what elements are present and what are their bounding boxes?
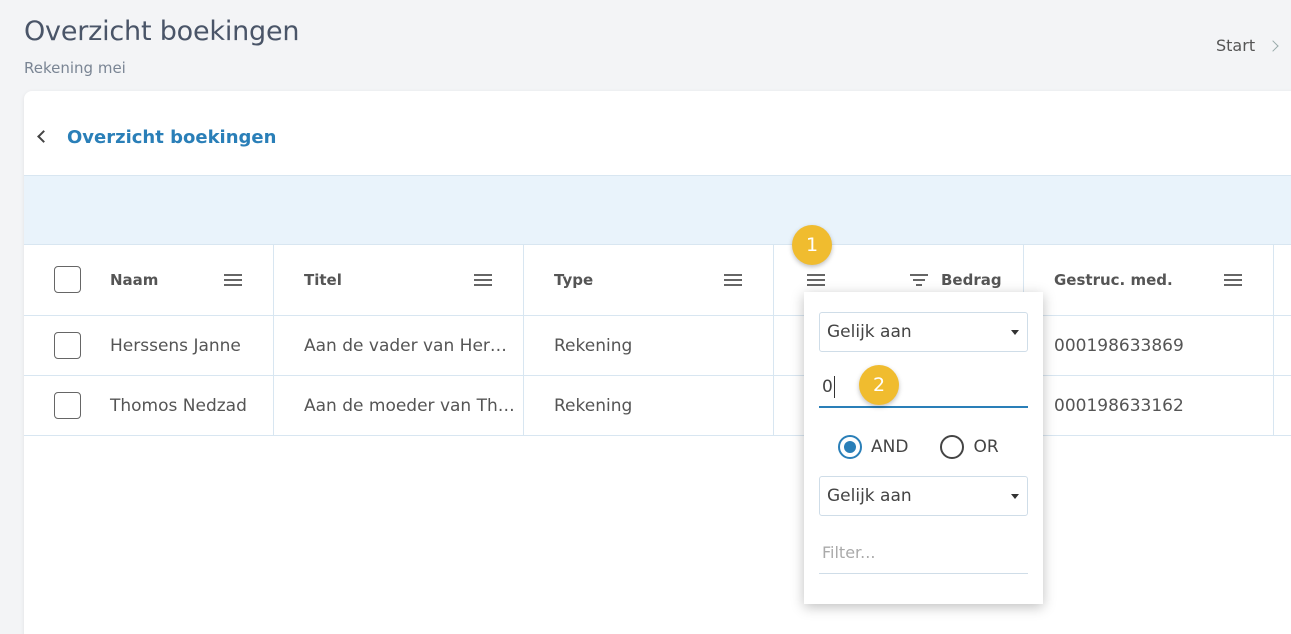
row-type: Rekening — [554, 335, 633, 356]
step-badge-2: 2 — [859, 365, 899, 405]
column-header-bedrag[interactable]: Bedrag — [941, 271, 1002, 289]
grid-header-row: Naam Titel Type Bedrag Gestruc. med. — [24, 245, 1291, 316]
condition-select-2-value: Gelijk aan — [827, 486, 912, 506]
column-header-gestruc[interactable]: Gestruc. med. — [1054, 271, 1173, 289]
row-checkbox[interactable] — [54, 392, 81, 419]
column-menu-icon[interactable] — [724, 274, 742, 287]
header-cell-type: Type — [524, 245, 774, 315]
cell-type: Rekening — [524, 376, 774, 435]
cell-gestruc: 000198633869 — [1024, 316, 1274, 375]
row-naam: Thomos Nedzad — [110, 395, 247, 416]
dropdown-caret-icon — [1011, 494, 1019, 499]
radio-and-label[interactable]: AND — [871, 437, 908, 457]
column-menu-icon[interactable] — [474, 274, 492, 287]
radio-and[interactable] — [838, 435, 862, 459]
cell-naam: Thomos Nedzad — [24, 376, 274, 435]
text-cursor — [833, 376, 835, 398]
grid-toolbar — [24, 175, 1291, 245]
column-menu-icon[interactable] — [224, 274, 242, 287]
operator-radio-group: AND OR — [838, 435, 999, 459]
column-menu-icon[interactable] — [1224, 274, 1242, 287]
row-type: Rekening — [554, 395, 633, 416]
column-header-type[interactable]: Type — [554, 271, 593, 289]
cell-titel: Aan de moeder van Th… — [274, 376, 524, 435]
page-subtitle: Rekening mei — [24, 59, 126, 77]
breadcrumb[interactable]: Start — [1216, 36, 1279, 55]
chevron-right-icon — [1267, 39, 1279, 52]
page-title: Overzicht boekingen — [24, 16, 300, 47]
header-cell-naam: Naam — [24, 245, 274, 315]
breadcrumb-start[interactable]: Start — [1216, 36, 1255, 55]
header-cell-titel: Titel — [274, 245, 524, 315]
cell-gestruc: 000198633162 — [1024, 376, 1274, 435]
select-all-checkbox[interactable] — [54, 266, 81, 293]
bookings-card: Overzicht boekingen Naam Titel Type Bedr… — [24, 91, 1291, 634]
filter-value-input-1[interactable]: 0 — [819, 368, 1028, 408]
table-row[interactable]: Herssens Janne Aan de vader van Her… Rek… — [24, 316, 1291, 376]
back-chevron-icon[interactable] — [37, 130, 50, 143]
condition-select-2[interactable]: Gelijk aan — [819, 476, 1028, 516]
radio-or-label[interactable]: OR — [973, 437, 998, 457]
row-gestruc: 000198633162 — [1054, 395, 1184, 416]
column-header-titel[interactable]: Titel — [304, 271, 342, 289]
row-titel: Aan de vader van Her… — [304, 335, 507, 356]
step-badge-1: 1 — [792, 225, 832, 265]
row-titel: Aan de moeder van Th… — [304, 395, 515, 416]
cell-type: Rekening — [524, 316, 774, 375]
radio-or[interactable] — [940, 435, 965, 459]
column-header-naam[interactable]: Naam — [110, 271, 158, 289]
header-cell-gestruc: Gestruc. med. — [1024, 245, 1274, 315]
filter-icon[interactable] — [910, 274, 928, 286]
cell-naam: Herssens Janne — [24, 316, 274, 375]
condition-select-1-value: Gelijk aan — [827, 322, 912, 342]
filter-value-2-placeholder: Filter... — [822, 543, 876, 562]
condition-select-1[interactable]: Gelijk aan — [819, 312, 1028, 352]
cell-titel: Aan de vader van Her… — [274, 316, 524, 375]
column-filter-popup: Gelijk aan 0 AND OR Gelijk aan Filter... — [804, 292, 1043, 604]
column-menu-icon[interactable] — [807, 274, 825, 287]
row-gestruc: 000198633869 — [1054, 335, 1184, 356]
card-title: Overzicht boekingen — [67, 127, 277, 148]
row-checkbox[interactable] — [54, 332, 81, 359]
row-naam: Herssens Janne — [110, 335, 241, 356]
card-header: Overzicht boekingen — [24, 91, 1291, 175]
dropdown-caret-icon — [1011, 330, 1019, 335]
filter-value-1: 0 — [822, 377, 833, 397]
filter-value-input-2[interactable]: Filter... — [819, 532, 1028, 574]
table-row[interactable]: Thomos Nedzad Aan de moeder van Th… Reke… — [24, 376, 1291, 436]
